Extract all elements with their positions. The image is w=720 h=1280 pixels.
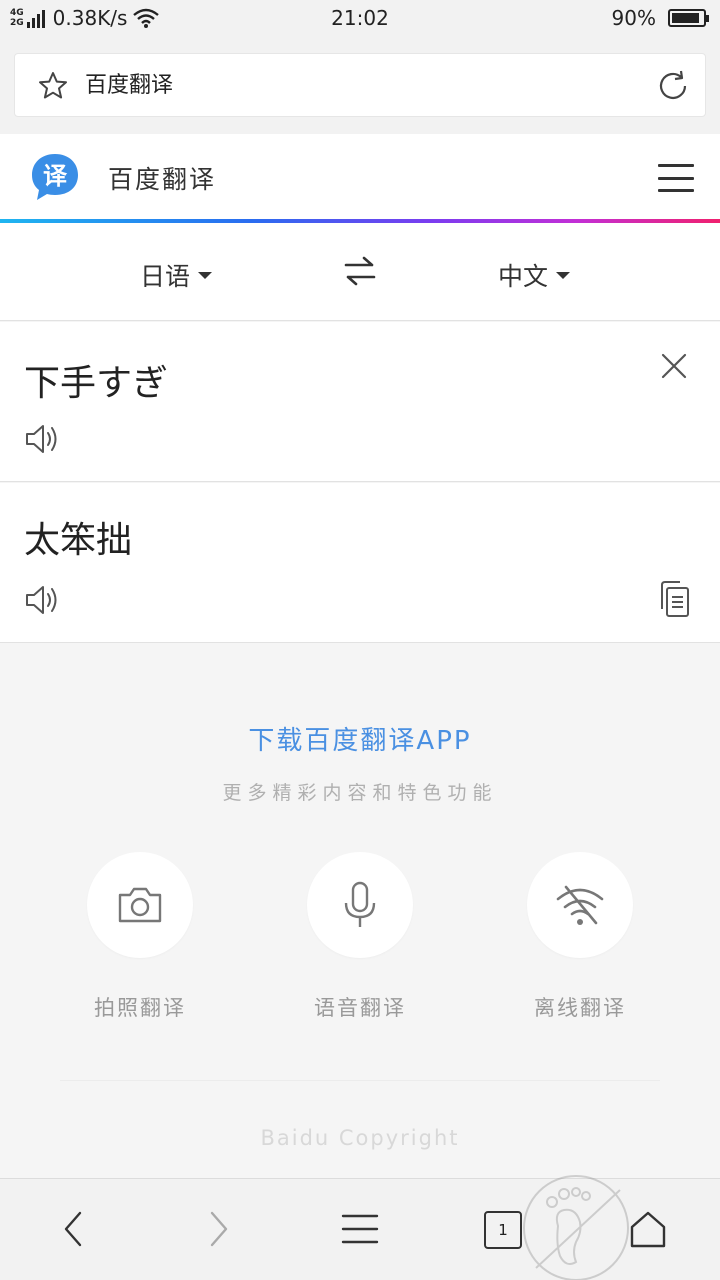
back-icon[interactable] bbox=[54, 1209, 94, 1249]
feature-offline-translate[interactable]: 离线翻译 bbox=[526, 852, 634, 1020]
wifi-off-icon bbox=[556, 885, 604, 925]
star-icon[interactable] bbox=[37, 70, 69, 102]
menu-icon[interactable] bbox=[340, 1209, 380, 1249]
source-language-label: 日语 bbox=[140, 262, 191, 291]
speaker-icon[interactable] bbox=[24, 422, 60, 456]
status-right: 90% bbox=[611, 6, 709, 30]
watermark-footprint-icon bbox=[523, 1175, 629, 1280]
target-language-label: 中文 bbox=[498, 262, 549, 291]
logo-char: 译 bbox=[43, 162, 68, 190]
translation-result-text: 太笨拙 bbox=[24, 520, 133, 561]
address-bar[interactable]: 百度翻译 bbox=[14, 53, 706, 117]
refresh-icon[interactable] bbox=[655, 68, 691, 104]
baidu-translate-logo[interactable]: 译 bbox=[28, 152, 82, 202]
copyright-text: Baidu Copyright bbox=[260, 1126, 460, 1150]
home-icon[interactable] bbox=[628, 1209, 668, 1249]
speaker-icon[interactable] bbox=[24, 583, 60, 617]
feature-label: 离线翻译 bbox=[534, 996, 626, 1020]
battery-icon bbox=[668, 9, 709, 27]
source-input-panel: 下手すぎ bbox=[0, 322, 720, 482]
address-title[interactable]: 百度翻译 bbox=[85, 70, 173, 102]
site-header: 译 百度翻译 bbox=[0, 134, 720, 220]
source-text-input[interactable]: 下手すぎ bbox=[24, 354, 168, 406]
feature-circle[interactable] bbox=[87, 852, 193, 958]
feature-label: 拍照翻译 bbox=[94, 996, 186, 1020]
feature-voice-translate[interactable]: 语音翻译 bbox=[306, 852, 414, 1020]
tabs-button[interactable]: 1 bbox=[484, 1211, 522, 1249]
status-bar: 4G 2G 0.38K/s 21:02 90% bbox=[0, 0, 720, 40]
source-language-select[interactable]: 日语 bbox=[140, 257, 213, 293]
forward-icon[interactable] bbox=[198, 1209, 238, 1249]
feature-circle[interactable] bbox=[307, 852, 413, 958]
footer-divider bbox=[60, 1080, 660, 1081]
camera-icon bbox=[118, 887, 162, 923]
caret-down-icon bbox=[556, 271, 571, 279]
translation-result-panel: 太笨拙 bbox=[0, 483, 720, 643]
close-icon[interactable] bbox=[660, 352, 688, 380]
microphone-icon bbox=[344, 881, 376, 927]
feature-circle[interactable] bbox=[527, 852, 633, 958]
feature-photo-translate[interactable]: 拍照翻译 bbox=[86, 852, 194, 1020]
language-bar: 日语 中文 bbox=[0, 223, 720, 321]
battery-percent: 90% bbox=[611, 6, 656, 30]
download-app-link[interactable]: 下载百度翻译APP bbox=[0, 720, 720, 757]
copy-icon[interactable] bbox=[656, 579, 692, 619]
feature-label: 语音翻译 bbox=[314, 996, 406, 1020]
browser-toolbar: 百度翻译 bbox=[0, 40, 720, 134]
battery-fill bbox=[672, 13, 699, 23]
promo-subtitle: 更多精彩内容和特色功能 bbox=[222, 782, 498, 804]
swap-languages-icon[interactable] bbox=[342, 255, 378, 287]
caret-down-icon bbox=[198, 271, 213, 279]
site-title: 百度翻译 bbox=[108, 165, 217, 194]
hamburger-menu-icon[interactable] bbox=[658, 164, 694, 192]
target-language-select[interactable]: 中文 bbox=[498, 257, 571, 293]
